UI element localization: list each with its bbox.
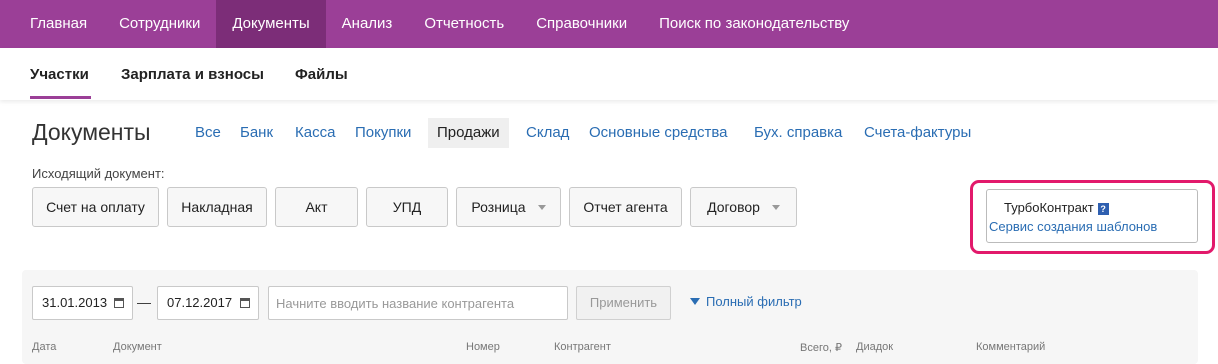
date-from-value: 31.01.2013 (42, 295, 108, 310)
date-to-field[interactable]: 07.12.2017 (157, 286, 259, 320)
subnav-tab-sections[interactable]: Участки (30, 66, 89, 83)
date-from-field[interactable]: 31.01.2013 (32, 286, 133, 320)
invoice-button-label: Счет на оплату (46, 199, 145, 215)
contract-dropdown-label: Договор (707, 199, 760, 215)
date-to-value: 07.12.2017 (167, 295, 233, 310)
turbocontract-title-text: ТурбоКонтракт (1004, 200, 1094, 215)
filter-warehouse[interactable]: Склад (517, 118, 578, 148)
retail-dropdown-label: Розница (471, 199, 526, 215)
filter-sales[interactable]: Продажи (428, 118, 509, 148)
turbocontract-title: ТурбоКонтракт? (1004, 200, 1109, 215)
date-range-separator: — (137, 294, 151, 310)
column-header-document[interactable]: Документ (113, 341, 162, 353)
apply-button[interactable]: Применить (576, 286, 671, 320)
filter-invoices[interactable]: Счета-фактуры (855, 118, 980, 148)
column-header-total[interactable]: Всего, ₽ (800, 341, 842, 354)
topnav-item-law-search[interactable]: Поиск по законодательству (643, 0, 865, 48)
filter-accounting-note[interactable]: Бух. справка (745, 118, 851, 148)
calendar-icon[interactable] (114, 298, 124, 308)
column-header-counterparty[interactable]: Контрагент (554, 341, 611, 353)
filter-all[interactable]: Все (186, 118, 230, 148)
help-icon[interactable]: ? (1097, 203, 1109, 215)
waybill-button[interactable]: Накладная (167, 187, 267, 227)
active-tab-indicator (30, 96, 91, 99)
column-header-number[interactable]: Номер (466, 341, 500, 353)
subnav-tab-files[interactable]: Файлы (295, 66, 348, 83)
agent-report-button-label: Отчет агента (583, 199, 668, 215)
counterparty-search-input[interactable] (268, 286, 568, 320)
chevron-down-icon (771, 204, 780, 210)
contract-dropdown[interactable]: Договор (690, 187, 797, 227)
topnav-item-home[interactable]: Главная (0, 0, 103, 48)
filter-cash[interactable]: Касса (286, 118, 344, 148)
filter-purchases[interactable]: Покупки (346, 118, 420, 148)
topnav-item-reporting[interactable]: Отчетность (408, 0, 520, 48)
column-header-date[interactable]: Дата (32, 341, 56, 353)
outgoing-document-label: Исходящий документ: (32, 166, 165, 181)
full-filter-label: Полный фильтр (706, 294, 802, 309)
chevron-down-icon (537, 204, 546, 210)
subnav-tab-salary[interactable]: Зарплата и взносы (121, 66, 264, 83)
column-header-comment[interactable]: Комментарий (976, 341, 1045, 353)
topnav-item-directories[interactable]: Справочники (520, 0, 643, 48)
sub-navigation: Участки Зарплата и взносы Файлы (0, 48, 1218, 100)
template-service-link[interactable]: Сервис создания шаблонов (989, 219, 1157, 234)
filter-bank[interactable]: Банк (231, 118, 282, 148)
filter-icon (690, 298, 700, 305)
topnav-item-employees[interactable]: Сотрудники (103, 0, 216, 48)
turbocontract-widget: ТурбоКонтракт? Сервис создания шаблонов (986, 189, 1198, 243)
full-filter-link[interactable]: Полный фильтр (690, 294, 802, 309)
calendar-icon[interactable] (240, 298, 250, 308)
column-header-diadoc[interactable]: Диадок (856, 341, 893, 353)
waybill-button-label: Накладная (181, 199, 253, 215)
top-navigation: Главная Сотрудники Документы Анализ Отче… (0, 0, 1218, 48)
filter-fixed-assets[interactable]: Основные средства (580, 118, 736, 148)
agent-report-button[interactable]: Отчет агента (569, 187, 682, 227)
invoice-button[interactable]: Счет на оплату (32, 187, 159, 227)
topnav-item-documents[interactable]: Документы (216, 0, 326, 48)
topnav-item-analysis[interactable]: Анализ (326, 0, 409, 48)
retail-dropdown[interactable]: Розница (456, 187, 561, 227)
act-button-label: Акт (305, 199, 328, 215)
page-title: Документы (32, 119, 151, 145)
upd-button[interactable]: УПД (366, 187, 448, 227)
act-button[interactable]: Акт (275, 187, 358, 227)
upd-button-label: УПД (392, 199, 422, 215)
